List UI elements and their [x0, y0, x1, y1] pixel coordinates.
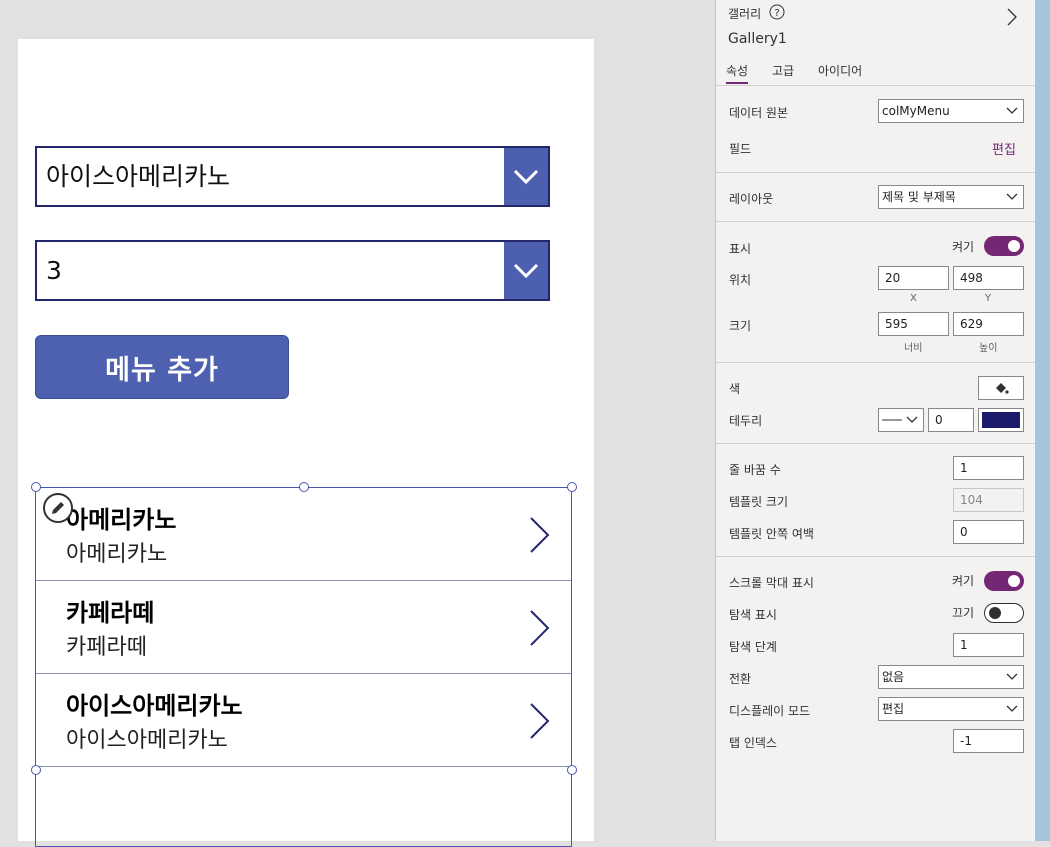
gallery-item[interactable]: 아메리카노 아메리카노: [36, 488, 571, 581]
data-source-select[interactable]: colMyMenu: [878, 99, 1024, 123]
fields-edit-link[interactable]: 편집: [992, 139, 1016, 158]
template-padding-input[interactable]: 0: [953, 520, 1024, 544]
nav-step-input[interactable]: 1: [953, 633, 1024, 657]
chevron-down-icon: [1006, 673, 1018, 680]
visible-toggle[interactable]: [984, 236, 1024, 256]
tab-properties[interactable]: 속성: [726, 62, 749, 84]
quantity-dropdown[interactable]: 3: [35, 240, 550, 301]
chevron-down-icon: [1006, 705, 1018, 712]
width-input[interactable]: 595: [878, 312, 949, 336]
gallery-item-subtitle: 아이스아메리카노: [66, 728, 228, 753]
divider: [716, 221, 1036, 222]
quantity-dropdown-value: 3: [46, 256, 62, 285]
position-label: 위치: [729, 273, 752, 287]
tab-index-label: 탭 인덱스: [729, 736, 777, 750]
chevron-down-icon: [1006, 193, 1018, 200]
chevron-right-icon[interactable]: [529, 609, 551, 647]
scrollbar-label: 스크롤 막대 표시: [729, 576, 814, 590]
border-width-input[interactable]: 0: [928, 408, 974, 432]
navigation-label: 탐색 표시: [729, 608, 777, 622]
divider: [716, 85, 1036, 86]
divider: [716, 443, 1036, 444]
resize-handle[interactable]: [31, 482, 41, 492]
resize-handle[interactable]: [31, 765, 41, 775]
height-input[interactable]: 629: [953, 312, 1024, 336]
fill-color-picker[interactable]: [978, 376, 1024, 400]
visible-label: 표시: [729, 242, 752, 256]
data-source-label: 데이터 원본: [729, 106, 789, 120]
gallery[interactable]: 아메리카노 아메리카노 카페라떼 카페라떼 아이스아메리카노 아이스아메리카노: [35, 487, 572, 847]
chevron-down-icon[interactable]: [504, 148, 548, 205]
chevron-right-icon[interactable]: [1007, 8, 1017, 26]
navigation-state: 끄기: [952, 606, 975, 620]
scrollbar-toggle[interactable]: [984, 571, 1024, 591]
control-type-label: 갤러리: [728, 7, 762, 21]
position-y-input[interactable]: 498: [953, 266, 1024, 290]
border-color-picker[interactable]: [978, 408, 1024, 432]
tab-ideas[interactable]: 아이디어: [818, 62, 862, 79]
fields-label: 필드: [729, 142, 752, 156]
layout-label: 레이아웃: [729, 192, 774, 206]
display-mode-value: 편집: [882, 702, 905, 716]
line-style-icon: [882, 419, 902, 421]
chevron-down-icon: [906, 416, 918, 423]
height-caption: 높이: [979, 343, 998, 354]
navigation-toggle[interactable]: [984, 603, 1024, 623]
gallery-item-title: 아메리카노: [66, 506, 177, 534]
gallery-item-title: 카페라떼: [66, 599, 155, 627]
scrollbar-state: 켜기: [952, 574, 975, 588]
tab-index-input[interactable]: -1: [953, 729, 1024, 753]
gallery-item[interactable]: 카페라떼 카페라떼: [36, 581, 571, 674]
template-size-input: 104: [953, 488, 1024, 512]
wrap-count-label: 줄 바꿈 수: [729, 463, 781, 477]
data-source-value: colMyMenu: [882, 104, 950, 118]
transition-label: 전환: [729, 672, 752, 686]
border-style-select[interactable]: [878, 408, 924, 432]
chevron-right-icon[interactable]: [529, 702, 551, 740]
border-label: 테두리: [729, 414, 763, 428]
width-caption: 너비: [904, 343, 923, 354]
menu-dropdown-value: 아이스아메리카노: [46, 162, 231, 191]
paint-bucket-icon: [996, 383, 1009, 394]
add-menu-button[interactable]: 메뉴 추가: [35, 335, 289, 399]
chevron-down-icon[interactable]: [504, 242, 548, 299]
visible-state: 켜기: [952, 240, 975, 254]
control-name: Gallery1: [728, 31, 787, 47]
divider: [716, 362, 1036, 363]
resize-handle[interactable]: [567, 482, 577, 492]
nav-step-label: 탐색 단계: [729, 640, 777, 654]
tab-advanced[interactable]: 고급: [772, 62, 794, 79]
chevron-right-icon[interactable]: [529, 516, 551, 554]
gallery-item-subtitle: 카페라떼: [66, 635, 147, 660]
template-size-label: 템플릿 크기: [729, 495, 789, 509]
panel-edge: [1035, 0, 1050, 841]
gallery-item-subtitle: 아메리카노: [66, 542, 168, 567]
chevron-down-icon: [1006, 107, 1018, 114]
transition-select[interactable]: 없음: [878, 665, 1024, 689]
gallery-item[interactable]: 아이스아메리카노 아이스아메리카노: [36, 674, 571, 767]
resize-handle[interactable]: [567, 765, 577, 775]
size-label: 크기: [729, 319, 752, 333]
border-color-swatch: [982, 412, 1020, 428]
menu-dropdown[interactable]: 아이스아메리카노: [35, 146, 550, 207]
x-caption: X: [910, 293, 917, 304]
position-x-input[interactable]: 20: [878, 266, 949, 290]
divider: [716, 556, 1036, 557]
display-mode-label: 디스플레이 모드: [729, 704, 811, 718]
resize-handle[interactable]: [299, 482, 309, 492]
wrap-count-input[interactable]: 1: [953, 456, 1024, 480]
color-label: 색: [729, 382, 741, 396]
divider: [716, 172, 1036, 173]
y-caption: Y: [985, 293, 992, 304]
template-padding-label: 템플릿 안쪽 여백: [729, 527, 814, 541]
edit-pencil-icon[interactable]: [43, 493, 73, 523]
transition-value: 없음: [882, 670, 905, 684]
gallery-item-title: 아이스아메리카노: [66, 692, 243, 720]
properties-panel: 갤러리 ? Gallery1 속성 고급 아이디어 데이터 원본 colMyMe…: [715, 0, 1036, 841]
display-mode-select[interactable]: 편집: [878, 697, 1024, 721]
help-icon[interactable]: ?: [769, 4, 785, 20]
layout-select[interactable]: 제목 및 부제목: [878, 185, 1024, 209]
svg-text:?: ?: [774, 8, 779, 19]
layout-value: 제목 및 부제목: [882, 190, 956, 204]
